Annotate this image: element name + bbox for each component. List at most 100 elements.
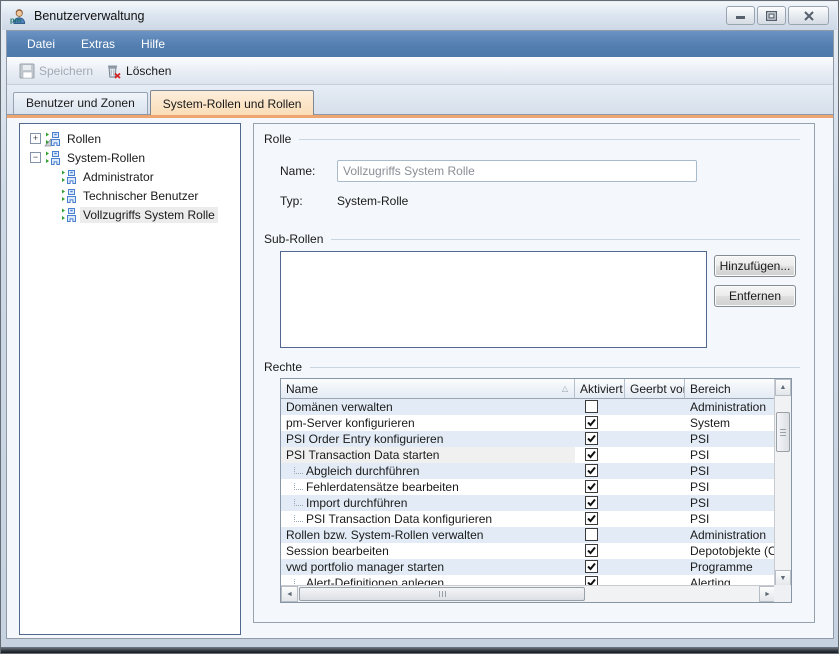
right-name-cell[interactable]: Domänen verwalten bbox=[281, 399, 575, 415]
role-name-input[interactable] bbox=[337, 160, 697, 182]
add-subrole-button[interactable]: Hinzufügen... bbox=[714, 255, 796, 277]
checkbox-checked[interactable] bbox=[585, 560, 598, 573]
right-activated-cell[interactable] bbox=[575, 495, 625, 511]
right-name-cell[interactable]: Fehlerdatensätze bearbeiten bbox=[281, 479, 575, 495]
rights-row-pm-server-konfigurieren[interactable]: pm-Server konfigurieren System bbox=[281, 415, 776, 431]
menu-item-datei[interactable]: Datei bbox=[15, 34, 67, 54]
tree-item-administrator[interactable]: Administrator bbox=[20, 167, 240, 186]
expand-icon[interactable]: + bbox=[30, 133, 41, 144]
remove-subrole-button[interactable]: Entfernen bbox=[714, 285, 796, 307]
rights-row-abgleich-durchführen[interactable]: Abgleich durchführen PSI bbox=[281, 463, 776, 479]
right-domain-cell[interactable]: Administration bbox=[685, 399, 776, 415]
right-name-cell[interactable]: pm-Server konfigurieren bbox=[281, 415, 575, 431]
right-activated-cell[interactable] bbox=[575, 543, 625, 559]
checkbox-checked[interactable] bbox=[585, 416, 598, 429]
role-detail-panel: Rolle Name: Typ: System-Rolle Sub-Rollen… bbox=[253, 123, 815, 623]
right-name-cell[interactable]: Session bearbeiten bbox=[281, 543, 575, 559]
right-inherited-cell[interactable] bbox=[625, 527, 685, 543]
right-inherited-cell[interactable] bbox=[625, 447, 685, 463]
right-activated-cell[interactable] bbox=[575, 463, 625, 479]
vscroll-thumb[interactable] bbox=[776, 412, 790, 452]
minimize-button[interactable] bbox=[726, 6, 755, 25]
column-header-name[interactable]: Name△ bbox=[281, 379, 575, 398]
role-tree-panel[interactable]: +Rollen−System-RollenAdministratorTechni… bbox=[19, 123, 241, 635]
checkbox-checked[interactable] bbox=[585, 544, 598, 557]
right-domain-cell[interactable]: Administration bbox=[685, 527, 776, 543]
right-name-cell[interactable]: vwd portfolio manager starten bbox=[281, 559, 575, 575]
right-activated-cell[interactable] bbox=[575, 479, 625, 495]
right-domain-cell[interactable]: PSI bbox=[685, 479, 776, 495]
tree-item-vollzugriffs-system-rolle[interactable]: Vollzugriffs System Rolle bbox=[20, 205, 240, 224]
close-button[interactable] bbox=[788, 6, 829, 25]
vscroll-up-button[interactable]: ▲ bbox=[775, 379, 791, 396]
right-activated-cell[interactable] bbox=[575, 559, 625, 575]
right-name-cell[interactable]: Import durchführen bbox=[281, 495, 575, 511]
checkbox-checked[interactable] bbox=[585, 432, 598, 445]
right-name-cell[interactable]: Rollen bzw. System-Rollen verwalten bbox=[281, 527, 575, 543]
column-header-bereich[interactable]: Bereich bbox=[685, 379, 776, 398]
right-activated-cell[interactable] bbox=[575, 399, 625, 415]
menu-item-extras[interactable]: Extras bbox=[69, 34, 127, 54]
right-domain-cell[interactable]: PSI bbox=[685, 431, 776, 447]
hscroll-thumb[interactable] bbox=[299, 587, 585, 601]
tree-item-system-rollen[interactable]: −System-Rollen bbox=[20, 148, 240, 167]
checkbox-unchecked[interactable] bbox=[585, 528, 598, 541]
tree-item-technischer-benutzer[interactable]: Technischer Benutzer bbox=[20, 186, 240, 205]
save-icon bbox=[19, 63, 35, 79]
delete-button[interactable]: Löschen bbox=[99, 61, 177, 81]
right-name-cell[interactable]: Abgleich durchführen bbox=[281, 463, 575, 479]
right-activated-cell[interactable] bbox=[575, 511, 625, 527]
checkbox-unchecked[interactable] bbox=[585, 400, 598, 413]
collapse-icon[interactable]: − bbox=[30, 152, 41, 163]
checkbox-checked[interactable] bbox=[585, 512, 598, 525]
right-domain-cell[interactable]: PSI bbox=[685, 495, 776, 511]
right-name-cell[interactable]: PSI Order Entry konfigurieren bbox=[281, 431, 575, 447]
checkbox-checked[interactable] bbox=[585, 448, 598, 461]
right-inherited-cell[interactable] bbox=[625, 543, 685, 559]
right-inherited-cell[interactable] bbox=[625, 415, 685, 431]
rights-row-psi-transaction-data-starten[interactable]: PSI Transaction Data starten PSI bbox=[281, 447, 776, 463]
rights-row-psi-transaction-data-konfigurieren[interactable]: PSI Transaction Data konfigurieren PSI bbox=[281, 511, 776, 527]
right-activated-cell[interactable] bbox=[575, 527, 625, 543]
right-domain-cell[interactable]: Programme bbox=[685, 559, 776, 575]
right-inherited-cell[interactable] bbox=[625, 463, 685, 479]
tab-system-rollen-und-rollen[interactable]: System-Rollen und Rollen bbox=[150, 90, 315, 115]
right-domain-cell[interactable]: Depotobjekte (Or bbox=[685, 543, 776, 559]
rights-row-psi-order-entry-konfigurieren[interactable]: PSI Order Entry konfigurieren PSI bbox=[281, 431, 776, 447]
rights-row-domänen-verwalten[interactable]: Domänen verwalten Administration bbox=[281, 399, 776, 415]
column-header-aktiviert[interactable]: Aktiviert bbox=[575, 379, 625, 398]
right-inherited-cell[interactable] bbox=[625, 399, 685, 415]
right-activated-cell[interactable] bbox=[575, 431, 625, 447]
right-inherited-cell[interactable] bbox=[625, 559, 685, 575]
hscroll-left-button[interactable]: ◄ bbox=[281, 586, 298, 602]
rights-row-fehlerdatensätze-bearbeiten[interactable]: Fehlerdatensätze bearbeiten PSI bbox=[281, 479, 776, 495]
subroles-listbox[interactable] bbox=[280, 251, 707, 348]
right-domain-cell[interactable]: PSI bbox=[685, 447, 776, 463]
save-label: Speichern bbox=[39, 64, 93, 78]
maximize-button[interactable] bbox=[757, 6, 786, 25]
right-domain-cell[interactable]: PSI bbox=[685, 511, 776, 527]
rights-table-vscrollbar[interactable]: ▲ ▼ bbox=[774, 379, 791, 587]
right-name-cell[interactable]: PSI Transaction Data konfigurieren bbox=[281, 511, 575, 527]
tab-benutzer-und-zonen[interactable]: Benutzer und Zonen bbox=[13, 92, 148, 114]
tree-item-rollen[interactable]: +Rollen bbox=[20, 129, 240, 148]
right-domain-cell[interactable]: PSI bbox=[685, 463, 776, 479]
right-inherited-cell[interactable] bbox=[625, 431, 685, 447]
right-name-cell[interactable]: PSI Transaction Data starten bbox=[281, 447, 575, 463]
rights-row-vwd-portfolio-manager-starten[interactable]: vwd portfolio manager starten Programme bbox=[281, 559, 776, 575]
rights-row-import-durchführen[interactable]: Import durchführen PSI bbox=[281, 495, 776, 511]
checkbox-checked[interactable] bbox=[585, 496, 598, 509]
right-domain-cell[interactable]: System bbox=[685, 415, 776, 431]
right-inherited-cell[interactable] bbox=[625, 479, 685, 495]
rights-table-hscrollbar[interactable]: ◄ ► bbox=[281, 585, 776, 602]
checkbox-checked[interactable] bbox=[585, 480, 598, 493]
right-activated-cell[interactable] bbox=[575, 447, 625, 463]
right-activated-cell[interactable] bbox=[575, 415, 625, 431]
column-header-geerbt-von[interactable]: Geerbt von bbox=[625, 379, 685, 398]
right-inherited-cell[interactable] bbox=[625, 511, 685, 527]
rights-row-rollen-bzw-system-rollen-verwalten[interactable]: Rollen bzw. System-Rollen verwalten Admin… bbox=[281, 527, 776, 543]
checkbox-checked[interactable] bbox=[585, 464, 598, 477]
menu-item-hilfe[interactable]: Hilfe bbox=[129, 34, 177, 54]
right-inherited-cell[interactable] bbox=[625, 495, 685, 511]
rights-row-session-bearbeiten[interactable]: Session bearbeiten Depotobjekte (Or bbox=[281, 543, 776, 559]
